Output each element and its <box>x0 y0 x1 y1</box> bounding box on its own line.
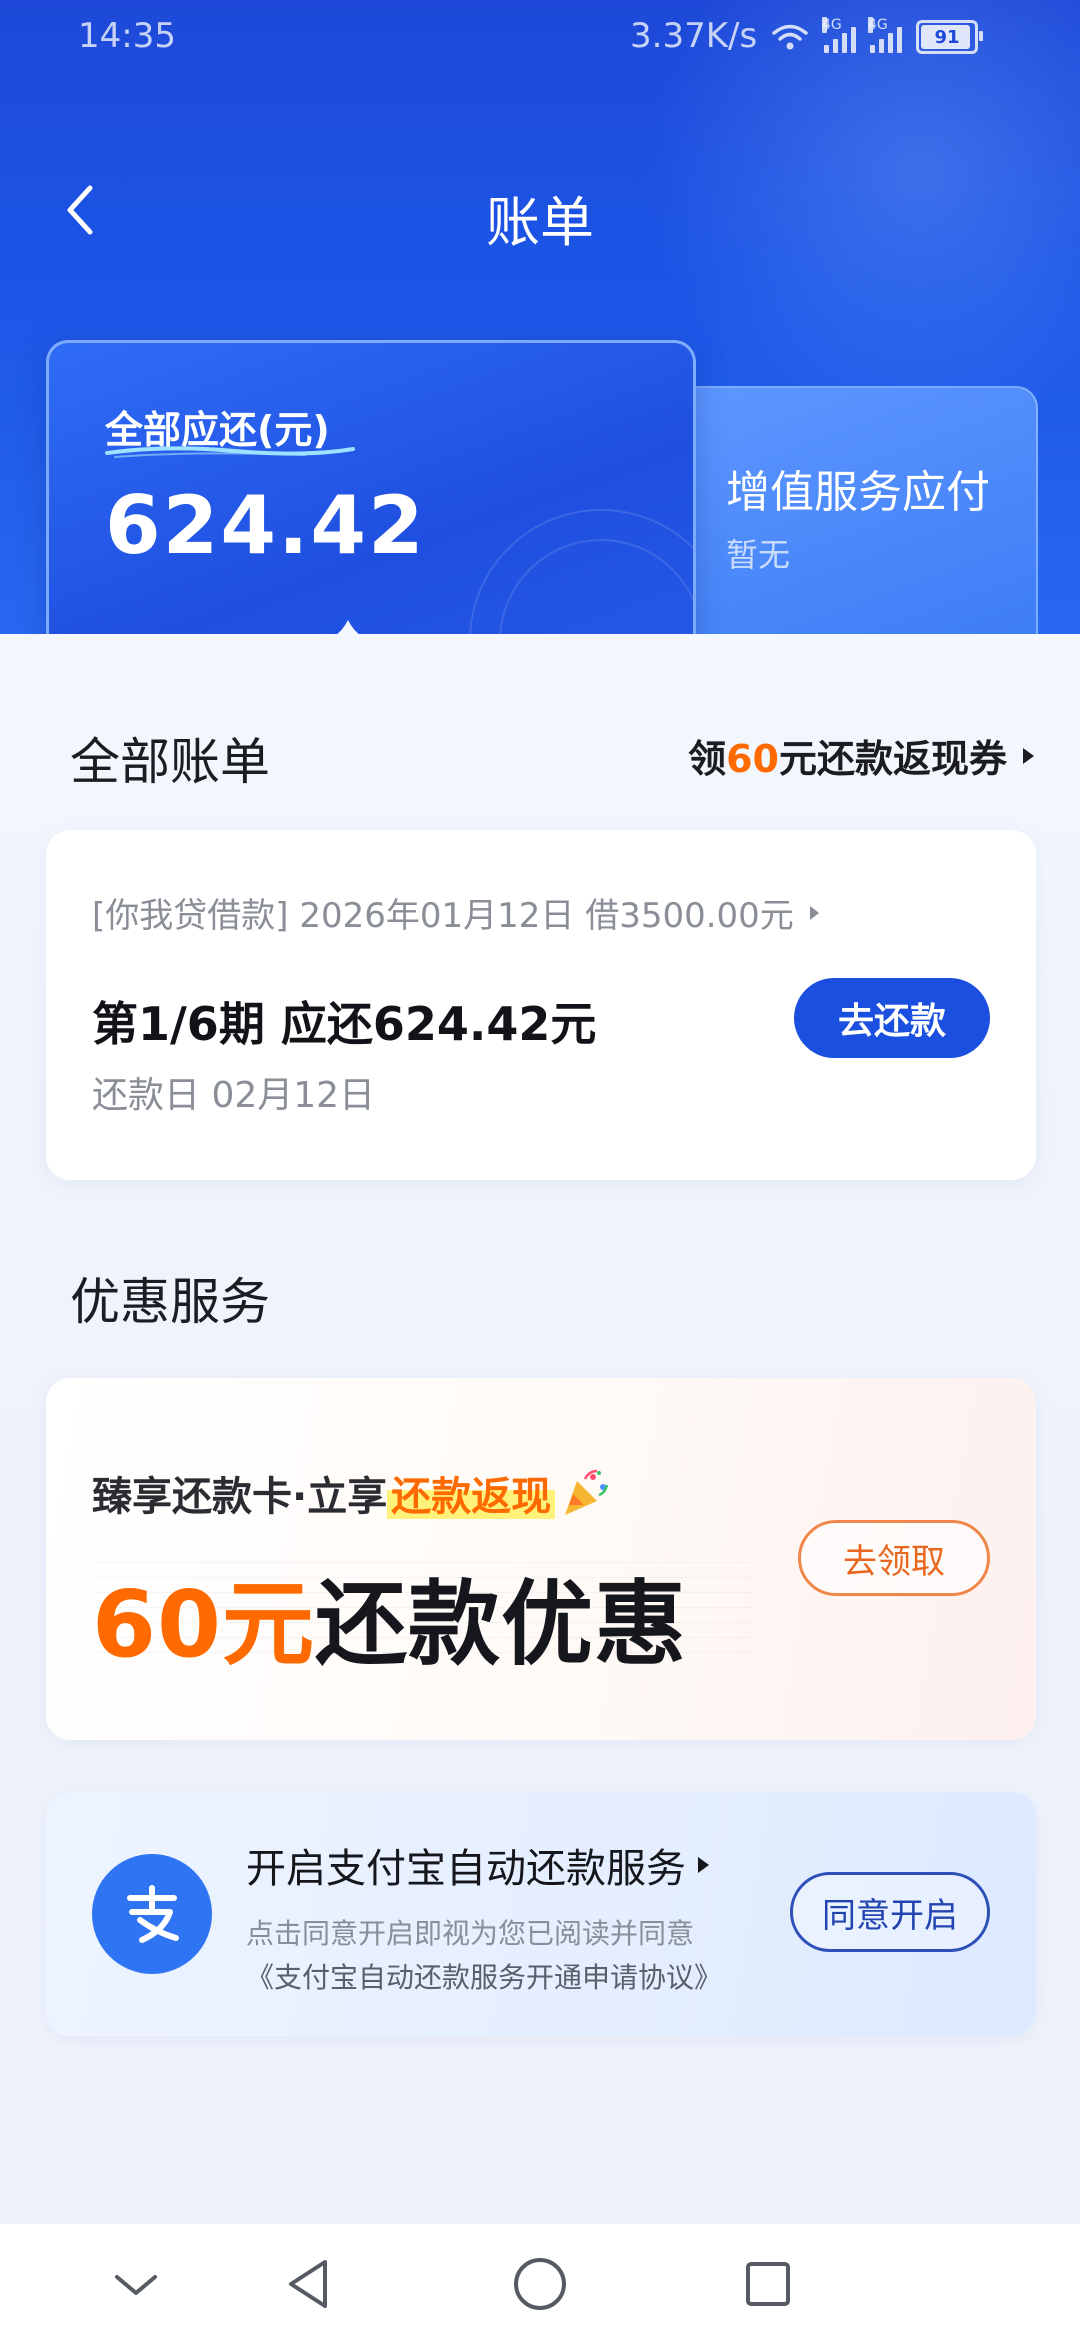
page-title: 账单 <box>486 191 594 254</box>
nav-collapse-button[interactable] <box>96 2244 176 2324</box>
loan-info-link[interactable]: [你我贷借款] 2026年01月12日 借3500.00元 <box>92 888 819 937</box>
alipay-logo-icon <box>92 1854 212 1974</box>
promo-highlight: 还款返现 <box>387 1464 556 1522</box>
chevron-down-icon <box>115 2275 157 2295</box>
all-bills-title: 全部账单 <box>70 733 270 791</box>
promo-amount-label: 还款优惠 <box>315 1571 688 1678</box>
due-date: 还款日 02月12日 <box>92 1075 376 1116</box>
bill-page: 14:35 3.37K/s 4G 4G 91 账单 增值服务应付 暂无 全部应还… <box>0 0 1080 2340</box>
promo-amount-number: 60元 <box>92 1571 316 1678</box>
status-network-speed: 3.37K/s <box>630 16 758 56</box>
claim-button[interactable]: 去领取 <box>798 1520 990 1596</box>
value-added-service-value: 暂无 <box>726 536 791 574</box>
alipay-autopay-card: 开启支付宝自动还款服务 点击同意开启即视为您已阅读并同意 《支付宝自动还款服务开… <box>46 1792 1036 2036</box>
card-pointer <box>320 620 376 652</box>
party-popper-icon <box>565 1469 609 1515</box>
square-recents-icon <box>746 2262 790 2306</box>
triangle-back-icon <box>289 2260 327 2308</box>
total-due-amount: 624.42 <box>105 479 426 572</box>
value-added-service-card[interactable]: 增值服务应付 暂无 <box>690 386 1038 664</box>
system-navigation-bar <box>0 2224 1080 2340</box>
signal-icon: 4G <box>822 17 856 53</box>
status-time: 14:35 <box>78 16 176 56</box>
offers-title: 优惠服务 <box>70 1273 270 1331</box>
agree-enable-button[interactable]: 同意开启 <box>790 1872 990 1952</box>
nav-recents-button[interactable] <box>728 2244 808 2324</box>
cashback-coupon-link[interactable]: 领60元还款返现券 <box>688 728 1034 783</box>
promo-tagline: 臻享还款卡·立享 还款返现 <box>92 1464 611 1522</box>
autopay-description: 点击同意开启即视为您已阅读并同意 《支付宝自动还款服务开通申请协议》 <box>246 1912 722 2000</box>
caret-right-icon <box>698 1857 709 1873</box>
repayment-promo-card[interactable]: 臻享还款卡·立享 还款返现 60元 还款优惠 去领取 <box>46 1378 1036 1740</box>
autopay-desc-line1: 点击同意开启即视为您已阅读并同意 <box>246 1917 695 1950</box>
circle-home-icon <box>514 2258 566 2310</box>
coupon-link-text: 领60元还款返现券 <box>688 737 1007 781</box>
bill-card: [你我贷借款] 2026年01月12日 借3500.00元 第1/6期 应还62… <box>46 830 1036 1180</box>
repay-button[interactable]: 去还款 <box>794 978 990 1058</box>
nav-back-button[interactable] <box>268 2244 348 2324</box>
nav-home-button[interactable] <box>500 2244 580 2324</box>
underline-swoosh <box>105 446 355 458</box>
status-bar: 14:35 3.37K/s 4G 4G 91 <box>0 0 1080 80</box>
value-added-service-title: 增值服务应付 <box>726 467 990 518</box>
autopay-title: 开启支付宝自动还款服务 <box>246 1846 686 1892</box>
autopay-title-link[interactable]: 开启支付宝自动还款服务 <box>246 1836 709 1894</box>
status-icons: 4G 4G 91 <box>770 17 983 54</box>
loan-info-text: [你我贷借款] 2026年01月12日 借3500.00元 <box>92 896 794 936</box>
battery-level: 91 <box>934 26 960 48</box>
alipay-glyph <box>127 1885 179 1943</box>
promo-amount: 60元 还款优惠 <box>92 1550 687 1683</box>
autopay-agreement-link[interactable]: 《支付宝自动还款服务开通申请协议》 <box>246 1956 722 2000</box>
header-background: 14:35 3.37K/s 4G 4G 91 账单 增值服务应付 暂无 全部应还… <box>0 0 1080 700</box>
signal-icon-2: 4G <box>868 17 902 53</box>
caret-right-icon <box>809 905 819 920</box>
wifi-icon <box>772 24 808 50</box>
installment-amount: 第1/6期 应还624.42元 <box>92 997 597 1051</box>
caret-right-icon <box>1023 747 1034 764</box>
battery-icon: 91 <box>916 20 983 54</box>
